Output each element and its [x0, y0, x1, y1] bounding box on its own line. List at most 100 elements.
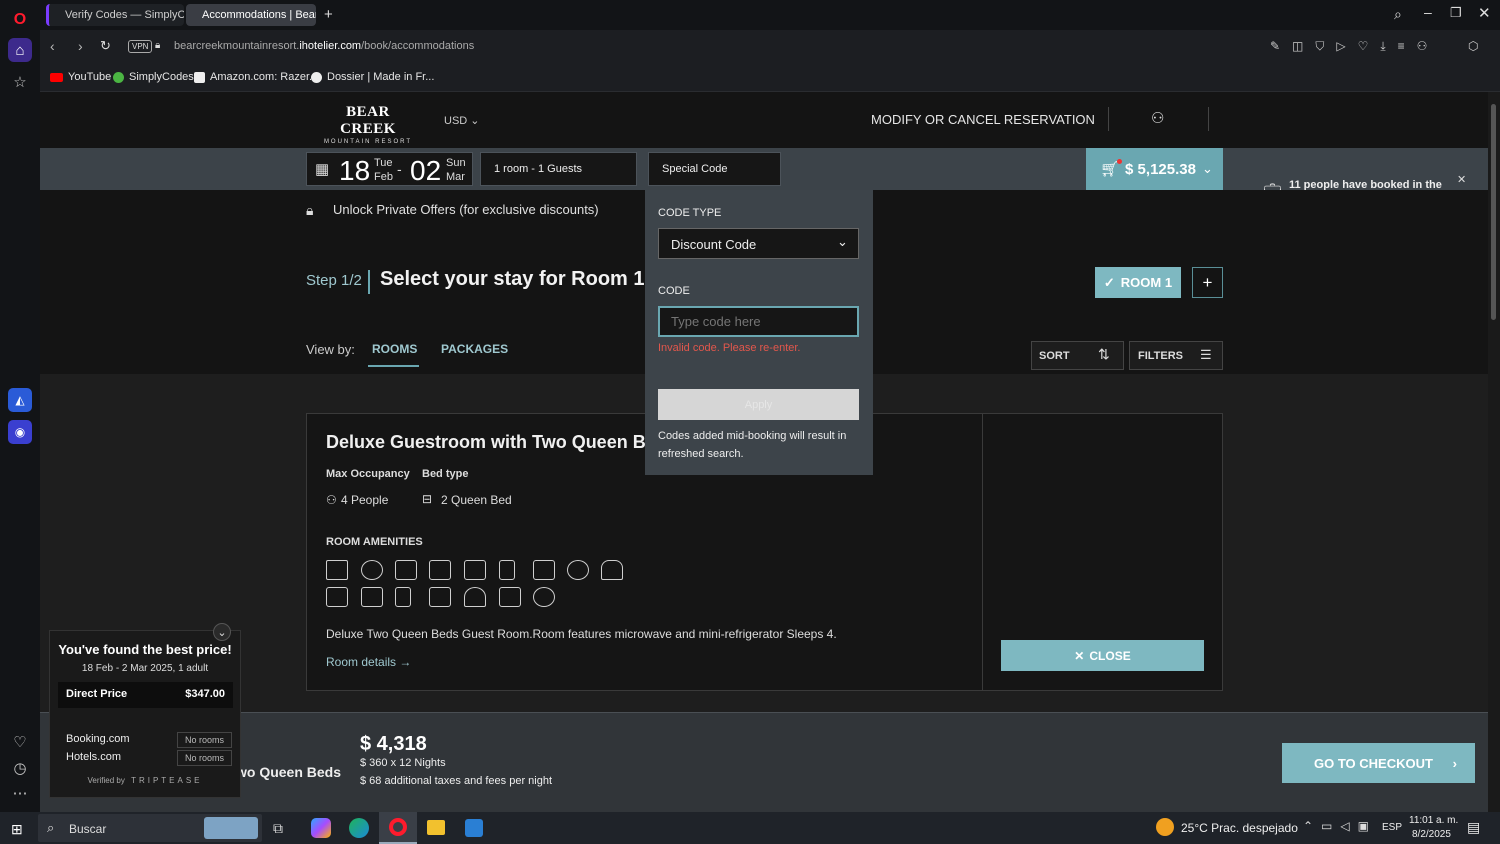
footer-nights: $ 360 x 12 Nights — [360, 757, 446, 769]
weather-icon[interactable] — [1156, 818, 1174, 836]
clock-time[interactable]: 11:01 a. m. — [1409, 815, 1458, 826]
shower-icon — [533, 560, 555, 580]
room-1-button[interactable]: ✓ ROOM 1 — [1095, 267, 1181, 298]
language-indicator[interactable]: ESP — [1382, 822, 1402, 833]
app-icon[interactable]: ◉ — [8, 420, 32, 444]
task-view-icon[interactable]: ⧉ — [273, 820, 283, 837]
page-scrollbar[interactable] — [1488, 92, 1500, 812]
guests-value: 1 room - 1 Guests — [494, 163, 583, 175]
star-icon[interactable]: ☆ — [8, 70, 32, 94]
copilot-icon[interactable] — [311, 818, 331, 838]
forward-icon[interactable]: › — [78, 38, 83, 54]
direct-price-row: Direct Price $347.00 — [58, 682, 233, 708]
checkin-dow: Tue — [374, 157, 393, 169]
error-message: Invalid code. Please re-enter. — [658, 342, 801, 354]
room-1-label: ROOM 1 — [1120, 275, 1173, 290]
guests-selector[interactable]: 1 room - 1 Guests — [480, 152, 637, 186]
tab-simplycodes[interactable]: Verify Codes — SimplyCo — [46, 4, 184, 26]
toolbar-icons[interactable]: ✎◫⛉▷♡⤓≡⚇ — [1270, 39, 1439, 54]
cart-button[interactable]: 🛒︎ $ 5,125.38 ⌄ — [1086, 148, 1223, 190]
opera-logo-icon[interactable]: O — [8, 8, 32, 32]
taskbar-search[interactable]: ⌕ Buscar — [38, 814, 262, 842]
scrollbar-thumb[interactable] — [1491, 104, 1496, 320]
restore-icon[interactable]: ❐ — [1450, 5, 1462, 21]
widget-title: You've found the best price! — [58, 642, 232, 657]
special-code-toggle[interactable]: Special Code — [648, 152, 781, 186]
special-code-label: Special Code — [662, 163, 728, 175]
apply-button[interactable]: Apply — [658, 389, 859, 420]
url-field[interactable]: bearcreekmountainresort.ihotelier.com/bo… — [174, 40, 474, 52]
simplycodes-icon — [113, 71, 124, 83]
chevron-right-icon: › — [1452, 755, 1457, 771]
url-domain: ihotelier.com — [299, 40, 362, 52]
tab-bearcreek[interactable]: Accommodations | Bear C — [186, 4, 316, 26]
more-icon[interactable]: ⋯ — [8, 781, 32, 805]
extensions-icon[interactable]: ⬡ — [1468, 39, 1478, 53]
close-icon[interactable]: ✕ — [1457, 173, 1466, 186]
user-icon[interactable]: ⚇ — [1151, 109, 1164, 127]
room-title[interactable]: Deluxe Guestroom with Two Queen Beds — [326, 432, 677, 453]
divider — [1208, 107, 1209, 131]
new-tab-icon[interactable]: + — [324, 6, 333, 23]
close-window-icon[interactable]: ✕ — [1478, 4, 1491, 22]
currency-select[interactable]: USD ⌄ — [444, 114, 480, 127]
hairdryer-icon — [429, 560, 451, 580]
windows-start-icon[interactable]: ⊞ — [11, 821, 23, 838]
bookmark-label: YouTube — [68, 71, 112, 83]
notifications-icon[interactable]: ▤ — [1467, 819, 1480, 836]
divider — [1108, 107, 1109, 131]
edge-icon[interactable] — [349, 818, 369, 838]
chevron-down-icon: ⌄ — [470, 115, 480, 127]
opera-taskbar-item[interactable] — [379, 812, 417, 844]
sort-button[interactable]: SORT ⇅ — [1031, 341, 1124, 370]
file-explorer-icon[interactable] — [427, 820, 445, 835]
tray-icons[interactable]: ⌃▭◁▣ — [1303, 819, 1377, 833]
store-icon[interactable] — [465, 819, 483, 837]
bookmark-label: Amazon.com: Razer... — [210, 71, 319, 83]
dossier-icon — [311, 71, 322, 83]
tab-packages[interactable]: PACKAGES — [441, 342, 508, 356]
bookmark-dossier[interactable]: Dossier | Made in Fr... — [311, 71, 434, 83]
vpn-badge[interactable]: VPN — [128, 40, 153, 53]
filters-button[interactable]: FILTERS ☰ — [1129, 341, 1223, 370]
code-type-select[interactable]: Discount Code ⌄ — [658, 228, 859, 259]
bookmark-simplycodes[interactable]: SimplyCodes — [113, 71, 194, 83]
private-offers-link[interactable]: Unlock Private Offers (for exclusive dis… — [333, 202, 599, 217]
checkout-month: Mar — [446, 171, 465, 183]
resort-logo[interactable]: BEAR CREEK MOUNTAIN RESORT — [318, 104, 418, 145]
reload-icon[interactable]: ↻ — [100, 38, 111, 54]
bookmark-youtube[interactable]: YouTube — [50, 71, 111, 83]
search-tabs-icon[interactable]: ⌕ — [1394, 6, 1402, 23]
page-content: BEAR CREEK MOUNTAIN RESORT USD ⌄ MODIFY … — [40, 92, 1488, 812]
home-icon[interactable]: ⌂ — [8, 38, 32, 62]
weather-text[interactable]: 25°C Prac. despejado — [1181, 821, 1298, 835]
microwave-icon — [361, 587, 383, 607]
competitor-status: No rooms — [177, 750, 232, 766]
person-icon: ⚇ — [326, 493, 337, 507]
currency-value: USD — [444, 115, 468, 127]
date-picker[interactable]: ▦ 18 Tue Feb - 02 Sun Mar — [306, 152, 473, 186]
modify-reservation-link[interactable]: MODIFY OR CANCEL RESERVATION — [871, 112, 1095, 127]
heart-icon[interactable]: ♡ — [8, 730, 32, 754]
aria-icon[interactable]: ◭ — [8, 388, 32, 412]
back-icon[interactable]: ‹ — [50, 38, 55, 54]
close-rates-button[interactable]: ✕ CLOSE — [1001, 640, 1204, 671]
checkout-day: 02 — [410, 155, 442, 186]
history-icon[interactable]: ◷ — [8, 756, 32, 780]
add-room-button[interactable]: + — [1192, 267, 1223, 298]
search-icon: ⌕ — [47, 820, 55, 835]
collapse-icon[interactable]: ⌄ — [213, 623, 231, 641]
coffee-maker-icon — [464, 587, 486, 607]
checkout-button[interactable]: GO TO CHECKOUT › — [1282, 743, 1475, 783]
site-header: BEAR CREEK MOUNTAIN RESORT USD ⌄ MODIFY … — [40, 92, 1488, 148]
checkin-day: 18 — [339, 155, 371, 186]
tab-rooms[interactable]: ROOMS — [372, 342, 417, 356]
tab-bar: Verify Codes — SimplyCo Accommodations |… — [40, 0, 1500, 30]
room-details-link[interactable]: Room details → — [326, 655, 411, 669]
bookmarks-bar: YouTube SimplyCodes Amazon.com: Razer...… — [40, 64, 1500, 92]
active-tab-indicator — [368, 365, 419, 367]
code-input[interactable] — [658, 306, 859, 337]
clock-date[interactable]: 8/2/2025 — [1412, 829, 1451, 840]
bookmark-amazon[interactable]: Amazon.com: Razer... — [194, 71, 318, 83]
minimize-icon[interactable]: – — [1424, 4, 1432, 20]
